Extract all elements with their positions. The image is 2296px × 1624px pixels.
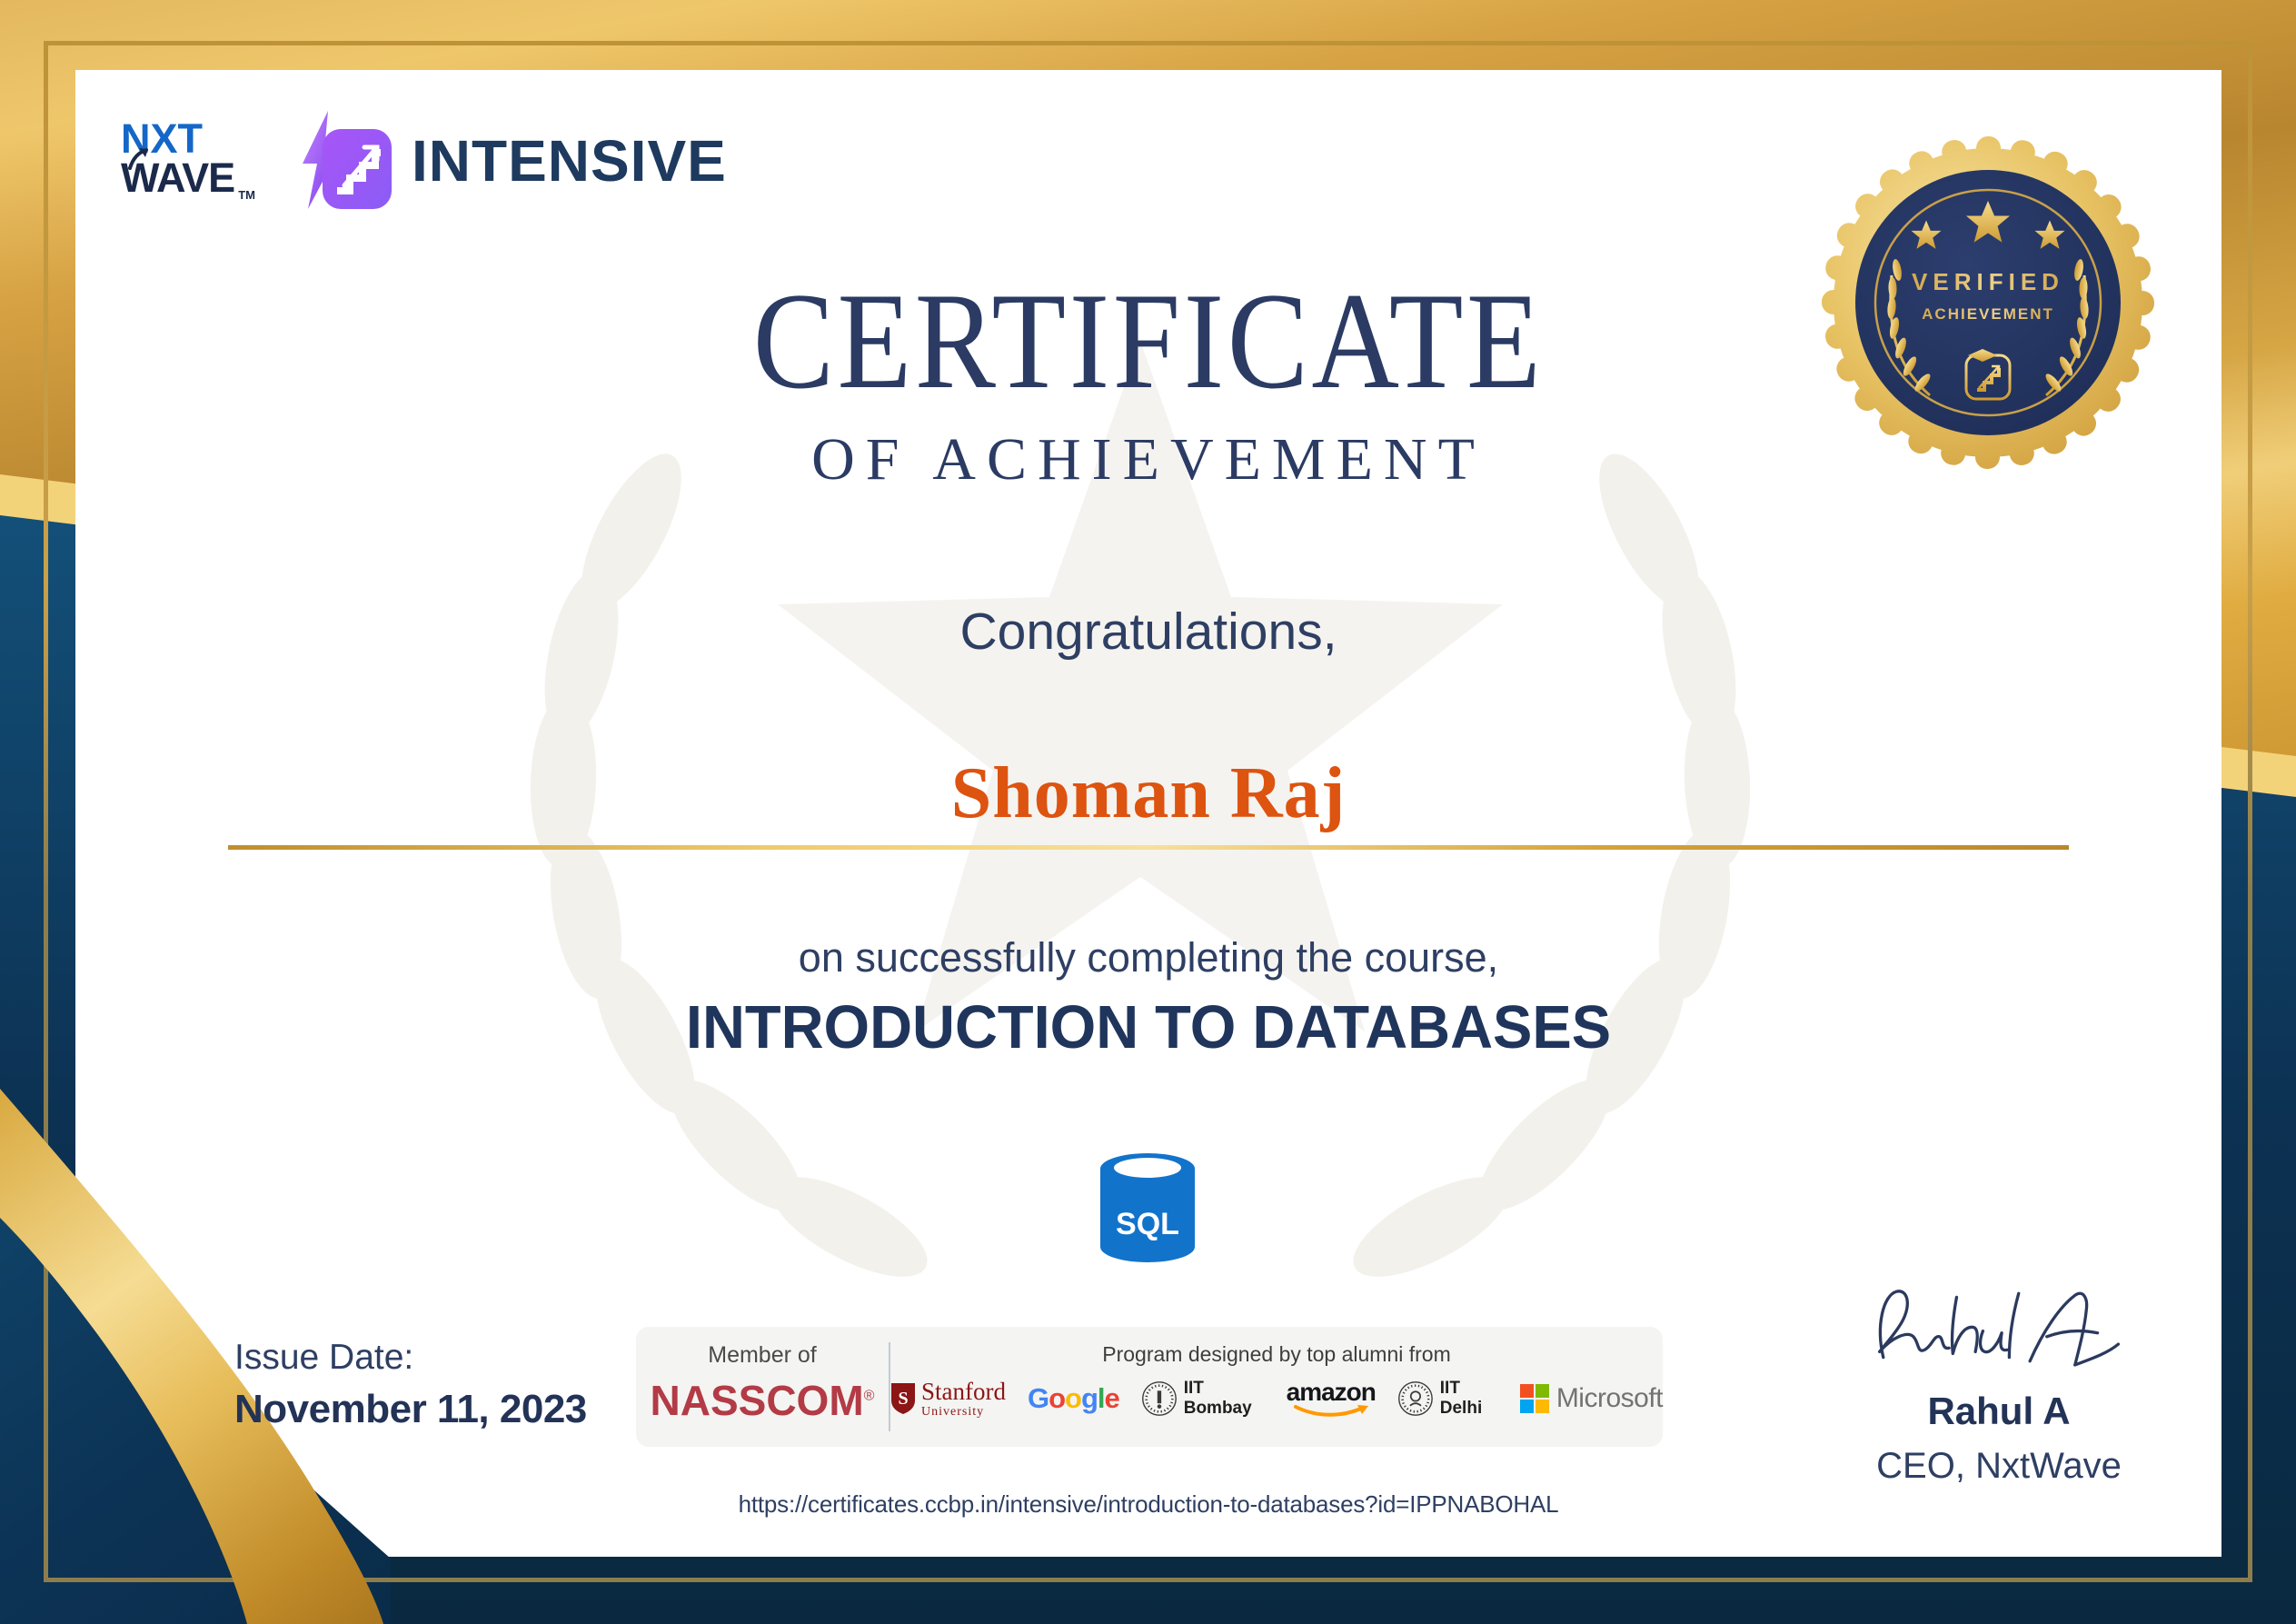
certificate: VERIFIED ACHIEVEMENT NXT WAVE TM INTENSI… [0,0,2296,1624]
sql-label: SQL [1116,1207,1179,1241]
alumni-logo-row: S Stanford University Google IIT Bombay … [890,1377,1664,1420]
stanford-shield-icon: S [891,1383,915,1414]
member-of-label: Member of [708,1342,817,1368]
brand-row: NXT WAVE TM INTENSIVE [121,107,727,214]
microsoft-logo: Microsoft [1519,1383,1664,1414]
nxtwave-logo: NXT WAVE TM [121,119,255,203]
microsoft-squares-icon [1519,1384,1549,1413]
membership-section: Member of NASSCOM® [636,1327,889,1447]
iit-delhi-logo: IIT Delhi [1397,1378,1498,1420]
amazon-smile-icon [1293,1404,1368,1417]
amazon-logo: amazon [1287,1379,1377,1419]
gold-divider-rule [228,845,2069,850]
intensive-wordmark: INTENSIVE [411,128,727,194]
intensive-icon [302,111,392,209]
iit-delhi-emblem-icon [1397,1381,1433,1416]
stanford-sub: University [921,1404,985,1419]
registered-mark: ® [863,1388,875,1404]
wave-arrow-icon [128,148,148,171]
recipient-name: Shoman Raj [950,753,1347,833]
issue-date-block: Issue Date: November 11, 2023 [234,1338,587,1432]
greeting-text: Congratulations, [959,603,1337,661]
nasscom-logo: NASSCOM® [650,1377,875,1424]
stanford-name: Stanford [921,1377,1006,1405]
course-title: INTRODUCTION TO DATABASES [685,993,1612,1061]
partners-panel: Member of NASSCOM® Program designed by t… [636,1327,1664,1447]
trademark-mark: TM [238,188,255,203]
signatory-block: Rahul A CEO, NxtWave [1844,1270,2153,1487]
svg-text:S: S [898,1389,908,1409]
iit-bombay-logo: IIT Bombay [1141,1378,1265,1420]
signatory-name: Rahul A [1927,1390,2071,1432]
google-logo: Google [1027,1382,1120,1414]
iit-bombay-emblem-icon [1141,1381,1177,1416]
intensive-logo: INTENSIVE [292,107,727,214]
issue-date-label: Issue Date: [234,1338,414,1377]
stanford-logo: S Stanford University [890,1377,1006,1419]
verification-url: https://certificates.ccbp.in/intensive/i… [738,1490,1559,1518]
certificate-subtitle: OF ACHIEVEMENT [811,426,1486,493]
alumni-heading: Program designed by top alumni from [1102,1342,1451,1366]
certificate-title: CERTIFICATE [752,264,1545,417]
alumni-section: Program designed by top alumni from S St… [890,1327,1664,1447]
signatory-role: CEO, NxtWave [1876,1446,2122,1486]
completion-text: on successfully completing the course, [798,934,1499,981]
issue-date-value: November 11, 2023 [234,1387,587,1431]
signature-script [1877,1290,2121,1367]
sql-database-icon: SQL [1100,1153,1195,1262]
nxtwave-logo-wave: WAVE TM [121,148,255,203]
